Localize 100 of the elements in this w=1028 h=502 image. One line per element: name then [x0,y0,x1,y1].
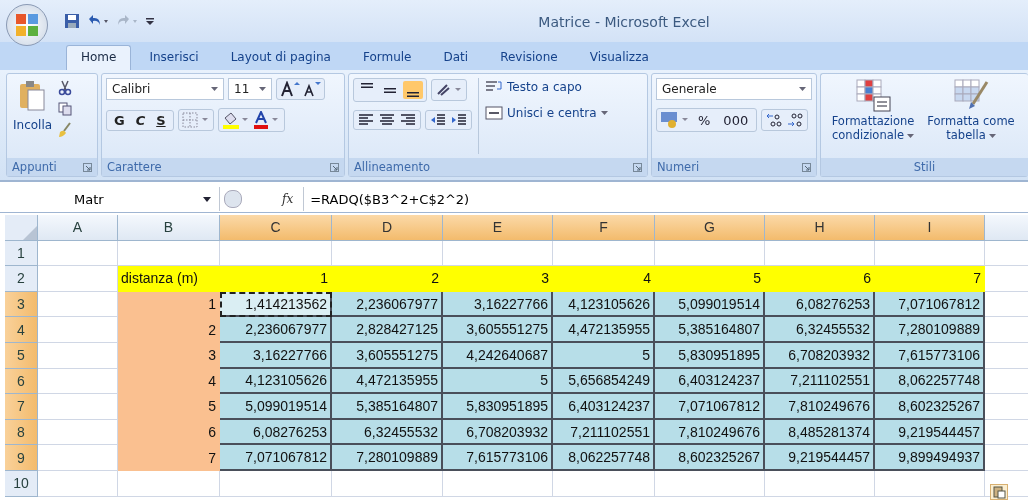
table-cell: 8,602325267 [655,445,765,471]
table-cell: 3,605551275 [443,317,553,343]
row-header[interactable]: 3 [5,291,38,318]
number-format-dropdown[interactable]: Generale [656,78,812,100]
bold-button[interactable]: G [110,112,129,128]
table-cell: 7,810249676 [765,394,875,420]
row-header[interactable]: 9 [5,445,38,471]
table-cell: 7,810249676 [655,419,765,446]
clipboard-icon [17,80,48,112]
table-cell: 1 [118,291,220,318]
font-size-dropdown[interactable]: 11 [228,78,272,100]
launcher-icon[interactable] [633,162,642,172]
launcher-icon[interactable] [330,162,339,172]
caret-icon [259,87,266,91]
decrease-decimal-icon[interactable] [786,112,805,128]
column-header[interactable]: E [443,215,553,241]
paste-options-icon[interactable] [990,484,1008,500]
wrap-text-icon [485,80,503,94]
table-cell: 6 [765,266,875,292]
align-right-icon[interactable] [399,113,417,127]
paste-button[interactable]: Incolla [11,78,55,134]
table-cell: 7,071067812 [655,394,765,420]
column-header[interactable]: I [875,215,985,241]
ribbon-tab[interactable]: Layout di pagina [216,46,345,70]
table-cell: 4,123105626 [553,291,655,318]
customize-icon[interactable] [146,15,154,27]
save-icon[interactable] [64,13,80,29]
thousands-button[interactable]: 000 [718,112,754,128]
align-left-icon[interactable] [357,113,375,127]
increase-indent-icon[interactable] [450,113,468,127]
row-header[interactable]: 2 [5,266,38,292]
column-header[interactable]: G [655,215,765,241]
font-color-icon[interactable] [252,111,281,129]
table-cell: 5,830951895 [655,342,765,369]
resize-handle[interactable] [224,190,242,208]
launcher-icon[interactable] [83,162,92,172]
italic-button[interactable]: C [131,112,150,128]
vertical-align-button[interactable] [403,81,423,99]
column-header[interactable]: C [220,215,332,241]
logo [14,12,40,38]
table-cell: 5,385164807 [655,317,765,343]
column-header[interactable]: F [553,215,655,241]
group-label: Allineamento [354,160,430,174]
row-header[interactable]: 1 [5,240,38,267]
ribbon-tab[interactable]: Revisione [486,46,572,70]
launcher-icon[interactable] [802,162,811,172]
ribbon-tab[interactable]: Inserisci [135,46,213,70]
fill-color-icon[interactable] [221,111,250,129]
group-label: Carattere [107,160,162,174]
caret-icon [799,87,806,91]
currency-icon[interactable] [660,111,690,129]
row-header[interactable]: 4 [5,317,38,343]
table-cell: 7 [118,445,220,471]
table-cell: distanza (m) [118,266,220,292]
shrink-font-icon[interactable] [303,81,321,97]
table-cell: 6,32455532 [765,317,875,343]
ribbon-tab[interactable]: Visualizza [575,46,663,70]
align-bottom-icon [407,92,419,97]
grow-font-icon[interactable] [280,81,300,97]
name-box[interactable]: Matr [0,187,220,211]
formula-field[interactable]: =RADQ($B3^2+C$2^2) [303,187,1028,211]
table-cell: 3,16227766 [443,291,553,318]
table-cell: 7,280109889 [332,445,443,471]
ribbon-tab[interactable]: Formule [348,46,426,70]
table-cell: 3 [443,266,553,292]
table-cell: 5 [655,266,765,292]
format-table-button[interactable]: Formatta come tabella [925,78,1017,154]
column-header[interactable]: B [118,215,220,241]
row-header[interactable]: 8 [5,419,38,446]
row-header[interactable]: 7 [5,394,38,420]
function-button[interactable]: fx [282,192,294,206]
font-family-dropdown[interactable]: Calibri [106,78,224,100]
office-button[interactable] [6,4,48,46]
table-cell: 6,08276253 [765,291,875,318]
group-label: Numeri [657,160,700,174]
row-header[interactable]: 10 [5,470,38,497]
column-header[interactable]: D [332,215,443,241]
increase-decimal-icon[interactable] [765,112,784,128]
merge-center-button[interactable]: Unisci e centra [485,104,608,122]
ribbon-tab[interactable]: Dati [429,46,483,70]
row-header[interactable]: 6 [5,368,38,395]
brush-icon[interactable] [58,122,73,138]
align-center-icon[interactable] [378,113,396,127]
copy-icon[interactable] [58,102,73,116]
percent-button[interactable]: % [693,112,716,128]
table-cell: 7,615773106 [875,342,985,369]
underline-button[interactable]: S [152,112,170,128]
table-cell: 9,899494937 [875,445,985,471]
orientation-icon[interactable] [435,82,463,98]
ribbon-tab[interactable]: Home [66,45,132,70]
cut-icon[interactable] [58,80,73,96]
table-cell: 2,236067977 [220,317,332,343]
table-cell: 5 [443,368,553,395]
row-header[interactable]: 5 [5,342,38,369]
group-label: Appunti [12,160,57,174]
conditional-format-button[interactable]: Formattazione condizionale [827,78,919,154]
decrease-indent-icon[interactable] [429,113,447,127]
wrap-text-button[interactable]: Testo a capo [485,78,608,96]
column-header[interactable]: A [38,215,118,241]
column-header[interactable]: H [765,215,875,241]
